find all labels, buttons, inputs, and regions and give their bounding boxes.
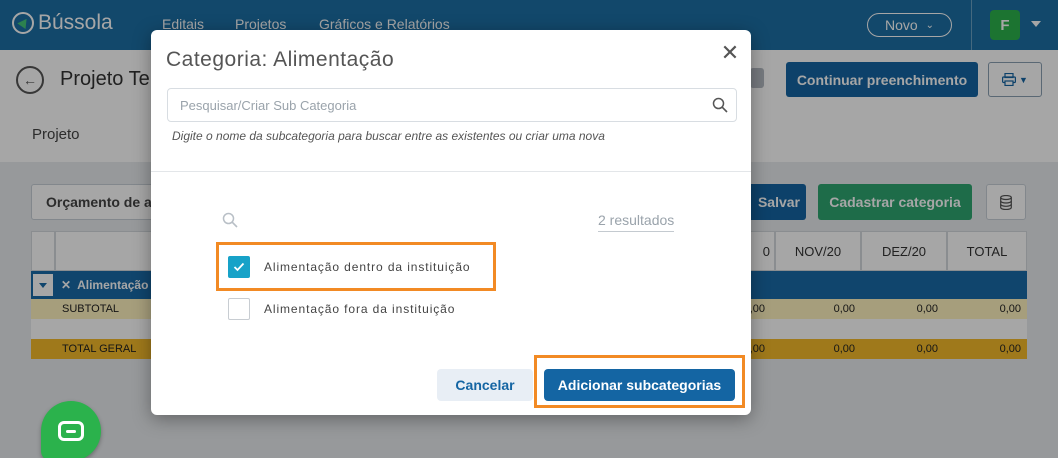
subcategory-search-input[interactable] [168, 89, 703, 121]
close-icon[interactable]: ✕ [719, 42, 741, 64]
search-icon [222, 212, 238, 228]
search-help-text: Digite o nome da subcategoria para busca… [172, 129, 605, 143]
highlight-annotation [534, 355, 745, 408]
modal-divider [151, 171, 751, 172]
highlight-annotation [216, 242, 496, 291]
option-checkbox-unchecked[interactable] [228, 298, 250, 320]
results-count: 2 resultados [598, 212, 675, 232]
option-label: Alimentação fora da instituição [264, 302, 456, 316]
search-icon[interactable] [712, 97, 728, 113]
modal-title: Categoria: Alimentação [166, 48, 395, 71]
chat-icon [58, 421, 84, 441]
subcategory-modal: Categoria: Alimentação ✕ Digite o nome d… [151, 30, 751, 415]
cancel-button[interactable]: Cancelar [437, 369, 533, 401]
option-alimentacao-fora[interactable]: Alimentação fora da instituição [228, 297, 455, 321]
chat-button[interactable] [41, 401, 101, 458]
subcategory-search-box [167, 88, 737, 122]
